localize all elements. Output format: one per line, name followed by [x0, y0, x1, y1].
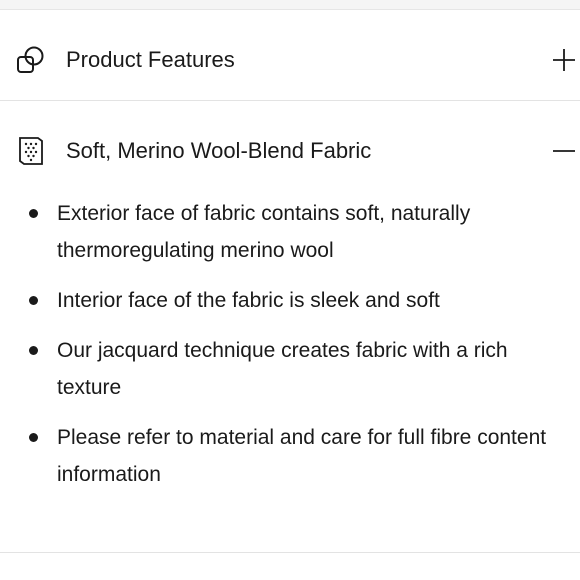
- bullet: [29, 296, 38, 305]
- divider: [0, 552, 580, 553]
- bullet: [29, 209, 38, 218]
- list-item-text: Please refer to material and care for fu…: [57, 426, 547, 486]
- minus-icon[interactable]: [548, 135, 580, 167]
- list-item: Please refer to material and care for fu…: [0, 419, 580, 493]
- list-item: Interior face of the fabric is sleek and…: [0, 282, 580, 319]
- accordion-label: Product Features: [66, 47, 235, 72]
- overlapping-shapes-icon: [15, 44, 47, 76]
- bullet: [29, 346, 38, 355]
- fabric-swatch-icon: [15, 135, 47, 167]
- product-details-accordion: Product Features Soft, Merino Wool-Blend…: [0, 0, 580, 580]
- accordion-header-product-features[interactable]: Product Features: [0, 44, 580, 76]
- fabric-feature-list: Exterior face of fabric contains soft, n…: [0, 195, 580, 506]
- plus-icon[interactable]: [548, 44, 580, 76]
- top-strip: [0, 0, 580, 10]
- accordion-label: Soft, Merino Wool-Blend Fabric: [66, 138, 372, 163]
- divider: [0, 100, 580, 101]
- list-item-text: Interior face of the fabric is sleek and…: [57, 289, 440, 312]
- list-item-text: Our jacquard technique creates fabric wi…: [57, 339, 508, 399]
- bullet: [29, 433, 38, 442]
- list-item-text: Exterior face of fabric contains soft, n…: [57, 202, 471, 262]
- accordion-header-fabric[interactable]: Soft, Merino Wool-Blend Fabric: [0, 135, 580, 167]
- list-item: Exterior face of fabric contains soft, n…: [0, 195, 580, 269]
- list-item: Our jacquard technique creates fabric wi…: [0, 332, 580, 406]
